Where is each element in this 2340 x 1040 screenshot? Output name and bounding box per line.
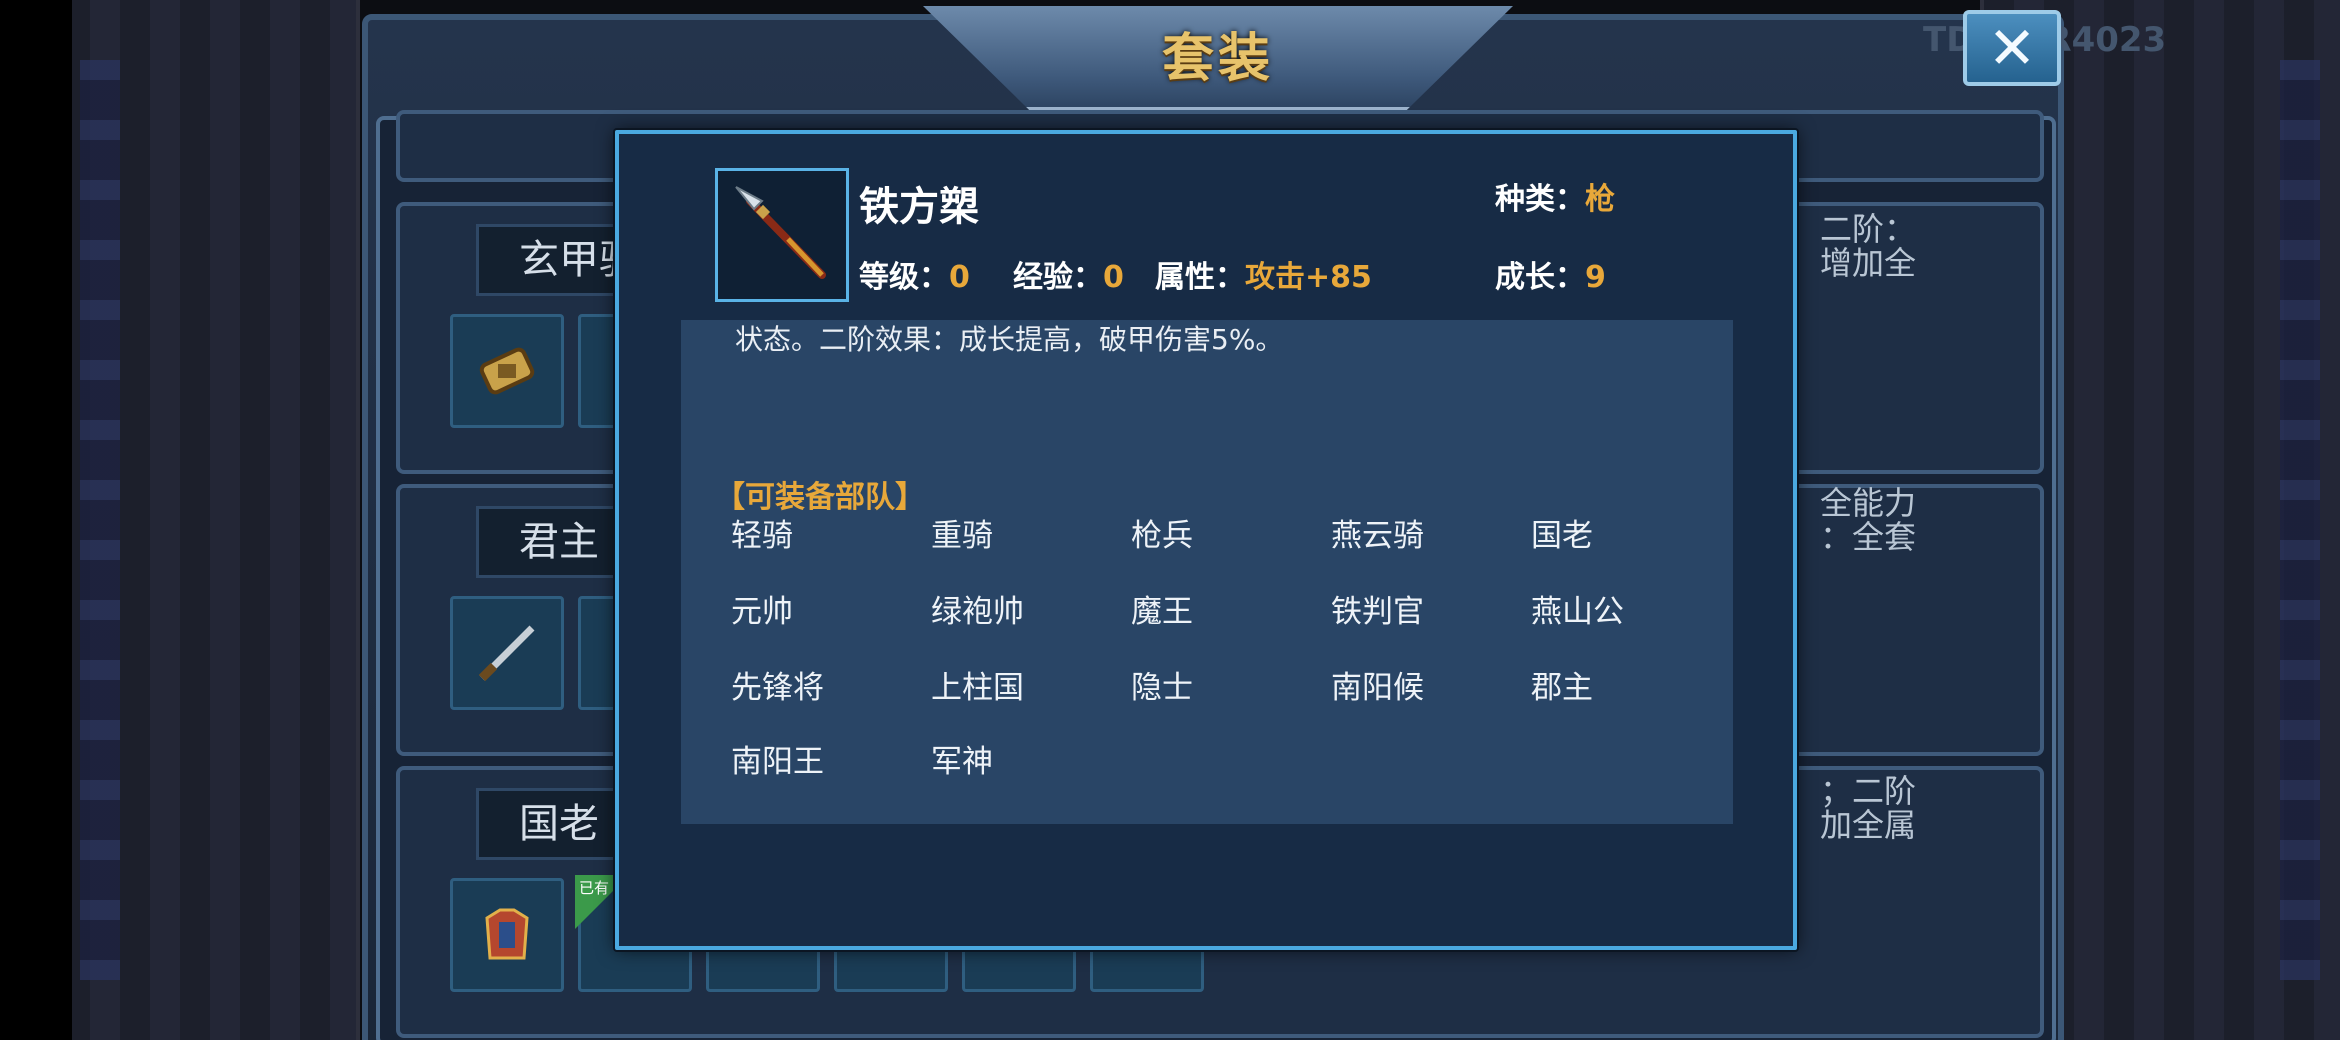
troop-item: 南阳候	[1331, 670, 1424, 706]
growth-value: 9	[1585, 260, 1606, 295]
troop-item: 隐士	[1131, 670, 1193, 706]
right-ornament	[2280, 60, 2320, 980]
troop-item: 国老	[1531, 518, 1593, 554]
troop-item: 魔王	[1131, 594, 1193, 630]
troop-item: 上柱国	[931, 670, 1024, 706]
item-name: 铁方槊	[859, 184, 979, 230]
level-value: 0	[949, 260, 970, 295]
troop-item: 先锋将	[731, 670, 824, 706]
stat-growth: 成长：9	[1495, 252, 1606, 296]
item-info-scroll[interactable]: 状态。二阶效果：成长提高，破甲伤害5%。 【可装备部队】 轻骑 重骑 枪兵 燕云…	[681, 320, 1733, 824]
armor-icon	[485, 908, 529, 960]
window-title: 套装	[1161, 29, 1274, 89]
set-slot[interactable]	[450, 878, 564, 992]
sword-icon	[478, 625, 535, 682]
left-black-bar	[0, 0, 72, 1040]
set-effect-line: 二阶：	[1820, 210, 1917, 248]
type-value: 枪	[1585, 182, 1615, 217]
troop-item: 燕山公	[1531, 594, 1624, 630]
item-icon-frame	[715, 168, 849, 302]
stat-attribute: 属性：攻击+85	[1155, 252, 1372, 296]
set-effect-line: 增加全	[1820, 244, 1917, 282]
set-effect-line: ；二阶	[1820, 772, 1917, 810]
armor-piece-icon	[479, 347, 535, 395]
set-slot[interactable]	[450, 314, 564, 428]
troop-item: 燕云骑	[1331, 518, 1424, 554]
attr-value: 攻击+85	[1245, 260, 1372, 295]
type-label: 种类：	[1495, 182, 1585, 217]
troop-item: 铁判官	[1331, 594, 1424, 630]
troop-item: 元帅	[731, 594, 793, 630]
title-plate: 套装	[923, 6, 1513, 110]
troop-item: 轻骑	[731, 518, 793, 554]
set-slot[interactable]	[450, 596, 564, 710]
stat-type: 种类：枪	[1495, 174, 1615, 218]
troop-item: 重骑	[931, 518, 993, 554]
item-detail-modal: 铁方槊 等级：0 经验：0 属性：攻击+85 种类：枪 成长：9 状态。二阶效果…	[615, 130, 1797, 950]
item-description: 状态。二阶效果：成长提高，破甲伤害5%。	[735, 323, 1284, 356]
level-label: 等级：	[859, 260, 949, 295]
left-ornament	[80, 60, 120, 980]
troop-item: 南阳王	[731, 744, 824, 780]
set-effect-line: 全能力	[1820, 484, 1917, 522]
troop-item: 郡主	[1531, 670, 1593, 706]
spear-icon	[735, 186, 826, 279]
troop-item: 绿袍帅	[931, 594, 1024, 630]
troop-item: 枪兵	[1131, 518, 1193, 554]
attr-label: 属性：	[1155, 260, 1245, 295]
troop-item: 军神	[931, 744, 993, 780]
close-button[interactable]: ✕	[1963, 10, 2061, 86]
growth-label: 成长：	[1495, 260, 1585, 295]
stat-level: 等级：0	[859, 252, 970, 296]
set-effect-line: ：全套	[1820, 518, 1917, 556]
stat-exp: 经验：0	[1013, 252, 1124, 296]
exp-value: 0	[1103, 260, 1124, 295]
set-effect-line: 加全属	[1820, 806, 1917, 844]
exp-label: 经验：	[1013, 260, 1103, 295]
